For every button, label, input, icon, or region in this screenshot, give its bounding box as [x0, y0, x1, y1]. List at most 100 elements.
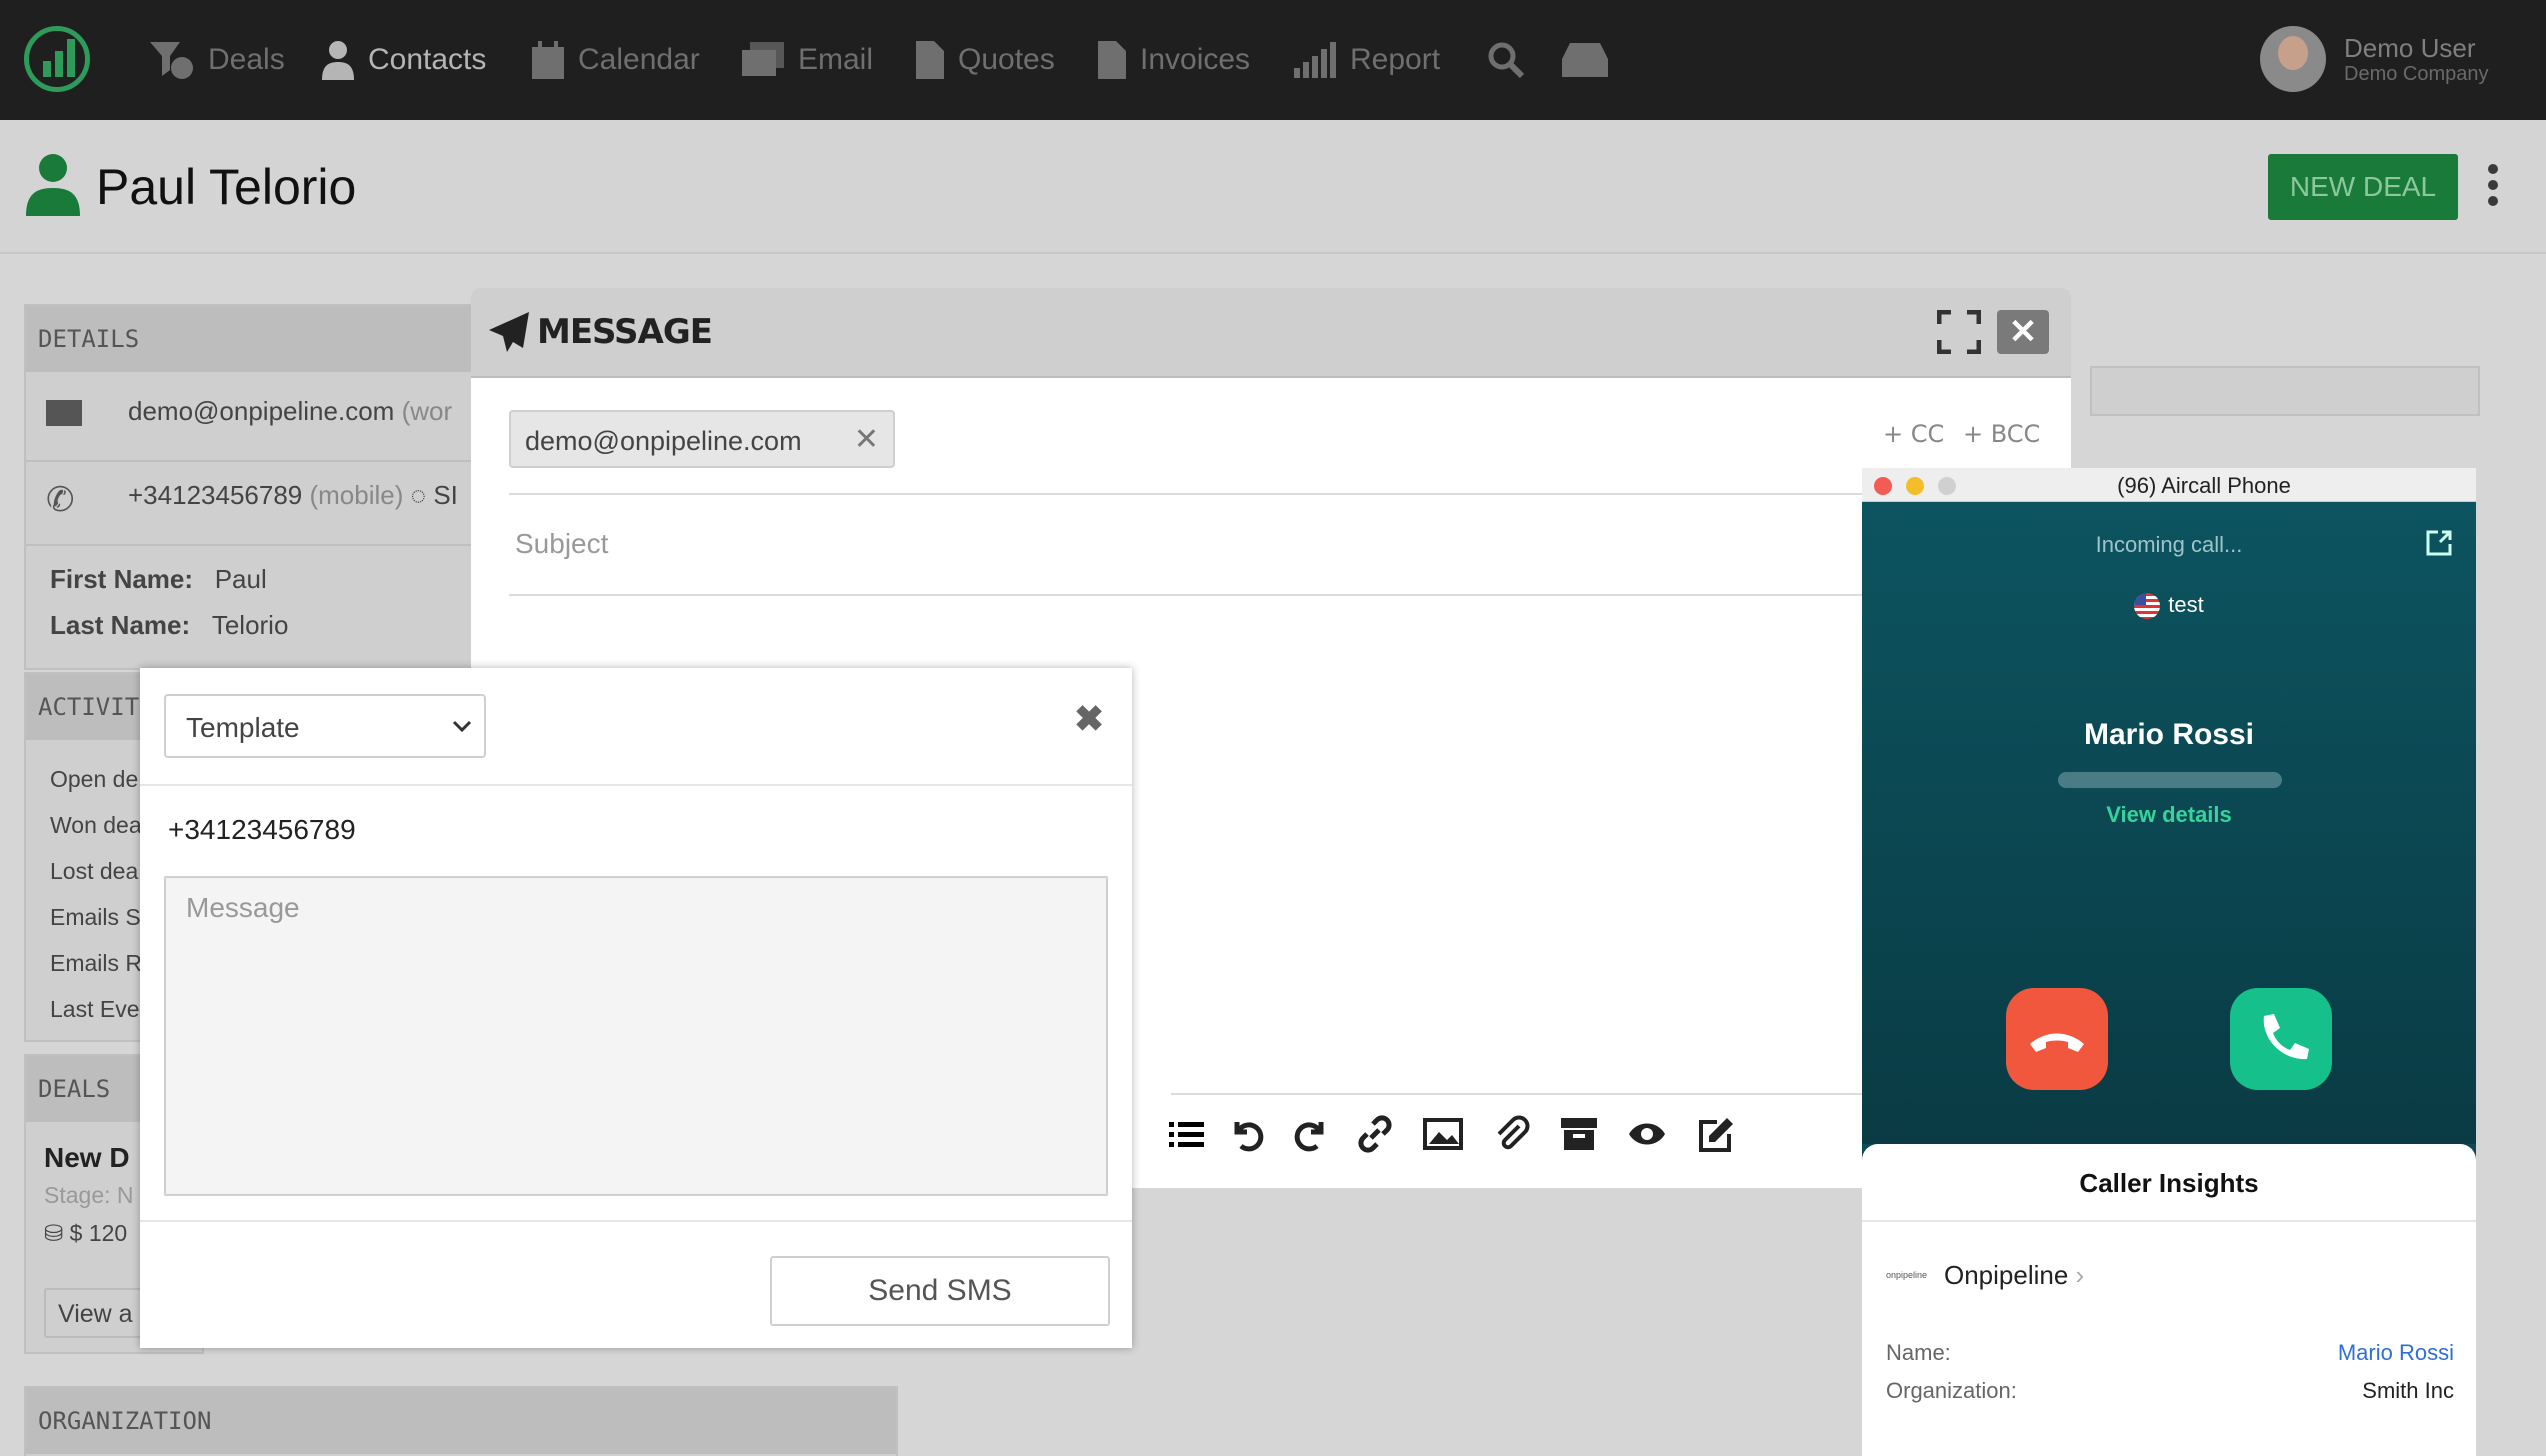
recipient-email: demo@onpipeline.com	[525, 426, 802, 456]
undo-icon[interactable]	[1227, 1114, 1267, 1154]
nav-report[interactable]: Report	[1294, 36, 1440, 84]
sms-phone-number: +34123456789	[168, 814, 356, 845]
attachment-icon[interactable]	[1491, 1114, 1531, 1154]
sms-modal: Template ✖ +34123456789 Message Send SMS	[140, 668, 1132, 1348]
last-name-row: Last Name: Telorio	[50, 610, 288, 641]
nav-deals[interactable]: Deals	[148, 36, 285, 84]
first-name-value: Paul	[214, 564, 267, 594]
nav-email-label: Email	[798, 43, 874, 76]
nav-invoices[interactable]: Invoices	[1098, 36, 1250, 84]
search-icon	[1488, 42, 1524, 78]
accept-call-button[interactable]	[2230, 988, 2332, 1090]
image-icon[interactable]	[1423, 1114, 1463, 1154]
message-modal-title: MESSAGE	[537, 312, 713, 352]
organization-panel: ORGANIZATION	[24, 1386, 898, 1456]
caller-name: Mario Rossi	[2083, 718, 2255, 751]
calendar-icon	[532, 41, 564, 79]
activity-row: Won dea	[50, 812, 142, 838]
report-icon	[1294, 42, 1336, 78]
top-navbar: Deals Contacts Calendar Email Quotes Inv…	[0, 0, 2546, 120]
name-value[interactable]: Mario Rossi	[2338, 1340, 2454, 1366]
link-icon[interactable]	[1355, 1114, 1395, 1154]
archive-icon[interactable]	[1559, 1114, 1599, 1154]
onpipeline-logo: onpipeline	[1886, 1270, 1928, 1280]
close-icon: ✖	[1074, 698, 1105, 739]
close-sms-button[interactable]: ✖	[1074, 698, 1104, 740]
email-type: (wor	[401, 396, 453, 426]
email-icon	[742, 42, 784, 76]
user-company: Demo Company	[2344, 62, 2489, 85]
template-select[interactable]: Template	[164, 694, 486, 758]
deals-icon	[150, 42, 193, 79]
avatar	[2260, 26, 2326, 92]
nav-contacts[interactable]: Contacts	[322, 36, 486, 84]
user-icon	[322, 41, 354, 80]
incoming-call-panel: Incoming call... test Mario Rossi View d…	[1862, 502, 2476, 1144]
add-cc-button[interactable]: + CC	[1883, 420, 1944, 448]
edit-icon[interactable]	[1697, 1114, 1737, 1154]
add-bcc-button[interactable]: + BCC	[1963, 420, 2040, 448]
search-button[interactable]	[1488, 36, 1524, 84]
last-name-label: Last Name:	[50, 610, 191, 640]
email-row: demo@onpipeline.com (wor	[46, 396, 452, 427]
close-modal-button[interactable]: ✕	[1997, 310, 2049, 354]
organization-value: Smith Inc	[2362, 1378, 2454, 1403]
list-icon[interactable]	[1167, 1114, 1207, 1154]
blurred-phone-number	[2058, 772, 2282, 788]
send-sms-button[interactable]: Send SMS	[770, 1256, 1110, 1326]
deal-name[interactable]: New D	[44, 1142, 130, 1174]
organization-label: Organization:	[1886, 1378, 2017, 1403]
phone-type: (mobile)	[309, 480, 404, 510]
aircall-window-title: (96) Aircall Phone	[2117, 473, 2291, 498]
close-icon: ✕	[2008, 313, 2038, 351]
more-options-icon[interactable]	[2488, 164, 2502, 208]
nav-invoices-label: Invoices	[1140, 43, 1251, 76]
app-logo[interactable]	[24, 26, 90, 92]
popout-icon[interactable]	[2426, 530, 2452, 556]
activity-row: Lost dea	[50, 858, 139, 884]
decline-call-button[interactable]	[2006, 988, 2108, 1090]
inbox-button[interactable]	[1562, 36, 1608, 84]
template-select-value: Template	[186, 712, 300, 743]
nav-quotes-label: Quotes	[958, 43, 1055, 76]
nav-deals-label: Deals	[208, 43, 285, 76]
deal-amount: ⛁ $ 120	[44, 1220, 128, 1246]
user-name: Demo User	[2344, 32, 2476, 63]
new-deal-button[interactable]: NEW DEAL	[2268, 154, 2458, 220]
redo-icon[interactable]	[1291, 1114, 1331, 1154]
inbox-icon	[1562, 43, 1608, 77]
call-status: Incoming call...	[2095, 532, 2243, 557]
expand-icon[interactable]	[1937, 310, 1981, 354]
user-menu[interactable]: Demo User Demo Company	[2260, 26, 2489, 92]
activity-row: Emails R	[50, 950, 143, 976]
remove-recipient-icon[interactable]: ✕	[854, 422, 879, 457]
recipient-chip[interactable]: demo@onpipeline.com ✕	[509, 410, 895, 468]
phone-link[interactable]: +34123456789	[128, 480, 302, 510]
nav-calendar[interactable]: Calendar	[532, 36, 700, 84]
org-link[interactable]: Onpipeline ›	[1944, 1260, 2084, 1291]
us-flag-icon	[2134, 593, 2161, 620]
nav-calendar-label: Calendar	[578, 43, 700, 76]
name-label: Name:	[1886, 1340, 1951, 1365]
subject-input[interactable]: Subject	[515, 528, 608, 560]
nav-quotes[interactable]: Quotes	[916, 36, 1055, 84]
organization-title: ORGANIZATION	[26, 1388, 896, 1454]
chevron-down-icon	[452, 720, 472, 733]
phone-icon	[2263, 1014, 2309, 1060]
deal-stage: Stage: N	[44, 1182, 134, 1208]
hang-up-icon	[2030, 1033, 2084, 1052]
coins-icon: ⛁	[44, 1220, 64, 1246]
caller-insights-panel: Caller Insights onpipeline Onpipeline › …	[1862, 1144, 2476, 1456]
message-modal-header: MESSAGE ✕	[471, 288, 2071, 378]
phone-row: ✆ +34123456789 (mobile) ◌ SI	[46, 480, 458, 519]
envelope-icon	[46, 400, 82, 427]
view-details-link[interactable]: View details	[1862, 802, 2476, 828]
right-panel-stub	[2090, 366, 2480, 416]
preview-eye-icon[interactable]	[1627, 1114, 1667, 1154]
nav-email[interactable]: Email	[742, 36, 873, 84]
sms-link[interactable]: ◌ SI	[411, 480, 458, 510]
details-title: DETAILS	[26, 306, 502, 372]
nav-report-label: Report	[1350, 43, 1441, 76]
sms-message-textarea[interactable]: Message	[164, 876, 1108, 1196]
email-link[interactable]: demo@onpipeline.com	[128, 396, 394, 426]
